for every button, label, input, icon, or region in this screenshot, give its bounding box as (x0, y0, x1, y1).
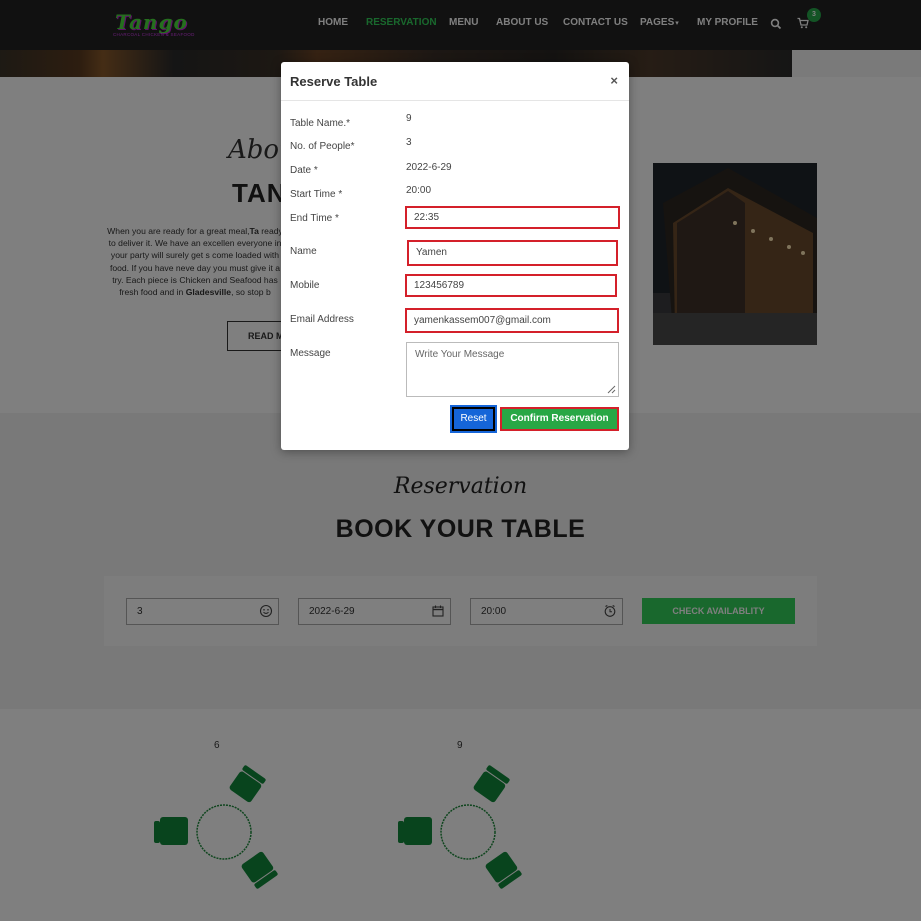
confirm-reservation-button[interactable]: Confirm Reservation (500, 407, 619, 431)
message-textarea[interactable]: Write Your Message (406, 342, 619, 397)
date-value: 2022-6-29 (406, 162, 452, 173)
end-time-input[interactable]: 22:35 (405, 206, 620, 229)
start-time-value: 20:00 (406, 185, 432, 196)
modal-header: Reserve Table × (281, 62, 629, 101)
mobile-label: Mobile (290, 280, 320, 291)
table-name-value: 9 (406, 113, 412, 124)
people-value: 3 (406, 137, 412, 148)
modal-title: Reserve Table (290, 74, 378, 89)
end-time-label: End Time * (290, 213, 339, 224)
email-input[interactable]: yamenkassem007@gmail.com (405, 308, 619, 333)
close-button[interactable]: × (610, 73, 618, 88)
reset-button[interactable]: Reset (450, 405, 497, 433)
table-name-label: Table Name.* (290, 118, 351, 129)
name-input[interactable]: Yamen (407, 240, 618, 266)
name-label: Name (290, 246, 317, 257)
email-label: Email Address (290, 314, 354, 325)
people-label: No. of People* (290, 141, 355, 152)
message-placeholder: Write Your Message (415, 349, 505, 360)
start-time-label: Start Time * (290, 189, 343, 200)
date-label: Date * (290, 165, 318, 176)
reserve-table-modal: Reserve Table × Table Name.* 9 No. of Pe… (281, 62, 629, 450)
resize-handle-icon[interactable] (607, 385, 616, 394)
message-label: Message (290, 348, 331, 359)
mobile-input[interactable]: 123456789 (405, 274, 617, 297)
